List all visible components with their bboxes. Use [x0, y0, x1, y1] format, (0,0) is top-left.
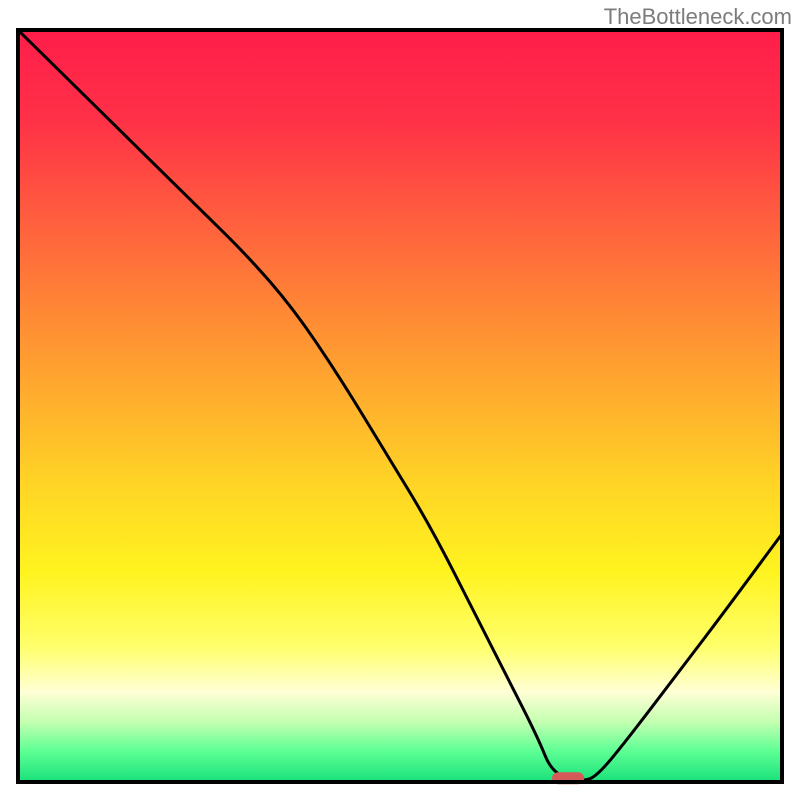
bottleneck-chart — [0, 0, 800, 800]
chart-container: TheBottleneck.com — [0, 0, 800, 800]
watermark-text: TheBottleneck.com — [604, 4, 792, 30]
